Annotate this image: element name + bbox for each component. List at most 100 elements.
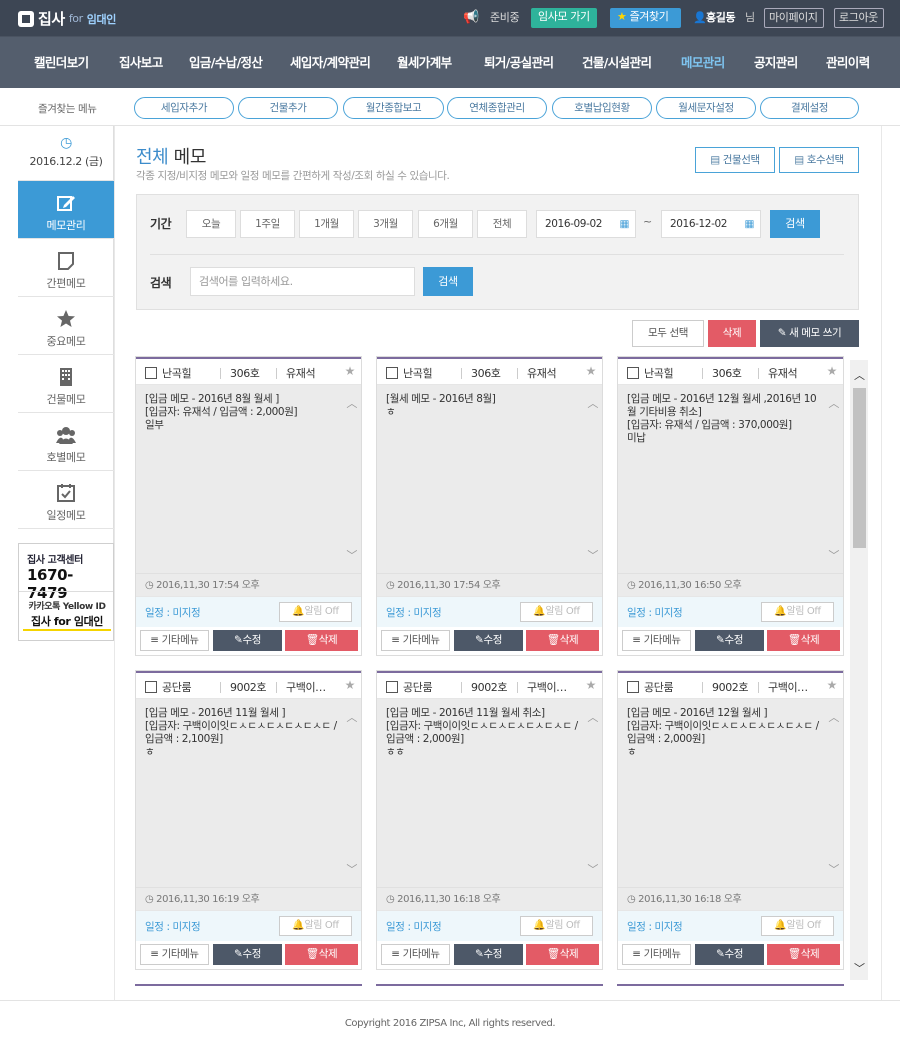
nav-payments[interactable]: 입금/수납/정산 <box>189 37 263 89</box>
go-community-button[interactable]: 임사모 가기 <box>531 8 597 28</box>
alarm-toggle[interactable]: 🔔알림 Off <box>279 916 352 936</box>
delete-button[interactable]: 🗑삭제 <box>285 630 358 651</box>
star-icon[interactable]: ★ <box>345 364 356 378</box>
sidebar-item-simple[interactable]: 간편메모 <box>18 239 114 297</box>
period-search-button[interactable]: 검색 <box>770 210 820 238</box>
sidebar-item-memo[interactable]: 메모관리 <box>18 181 114 239</box>
delete-button[interactable]: 🗑삭제 <box>526 944 599 965</box>
period-all-button[interactable]: 전체 <box>477 210 527 238</box>
etc-menu-button[interactable]: ≡ 기타메뉴 <box>381 630 450 651</box>
etc-menu-button[interactable]: ≡ 기타메뉴 <box>140 630 209 651</box>
favorites-button[interactable]: ★ 즐겨찾기 <box>610 8 681 28</box>
alarm-toggle[interactable]: 🔔알림 Off <box>520 602 593 622</box>
edit-button[interactable]: ✎수정 <box>213 944 282 965</box>
period-week-button[interactable]: 1주일 <box>240 210 295 238</box>
delete-button[interactable]: 🗑삭제 <box>767 630 840 651</box>
sidebar-item-schedule[interactable]: 일정메모 <box>18 471 114 529</box>
period-6month-button[interactable]: 6개월 <box>418 210 473 238</box>
period-3month-button[interactable]: 3개월 <box>358 210 413 238</box>
star-icon[interactable]: ★ <box>586 678 597 692</box>
nav-tenants[interactable]: 세입자/계약관리 <box>290 37 371 89</box>
search-input[interactable]: 검색어를 입력하세요. <box>190 267 415 296</box>
fav-add-tenant[interactable]: 세입자추가 <box>134 97 234 119</box>
etc-menu-button[interactable]: ≡ 기타메뉴 <box>140 944 209 965</box>
alarm-toggle[interactable]: 🔔알림 Off <box>279 602 352 622</box>
alarm-toggle[interactable]: 🔔알림 Off <box>761 916 834 936</box>
edit-button[interactable]: ✎수정 <box>695 944 764 965</box>
star-icon[interactable]: ★ <box>586 364 597 378</box>
edit-button[interactable]: ✎수정 <box>695 630 764 651</box>
scroll-down-icon[interactable]: ﹀ <box>828 547 839 563</box>
customer-center-banner[interactable]: 집사 고객센터 1670-7479 카카오톡 Yellow ID 집사 for … <box>18 543 114 641</box>
scroll-up-icon[interactable]: ︿ <box>587 395 598 411</box>
mypage-button[interactable]: 마이페이지 <box>764 8 824 28</box>
scroll-up-icon[interactable]: ︿ <box>346 395 357 411</box>
scrollbar-thumb[interactable] <box>853 388 866 548</box>
select-all-button[interactable]: 모두 선택 <box>632 320 704 347</box>
scroll-down-icon[interactable]: ﹀ <box>587 547 598 563</box>
scroll-down-icon[interactable]: ﹀ <box>587 861 598 877</box>
new-memo-button[interactable]: ✎ 새 메모 쓰기 <box>760 320 859 347</box>
nav-vacancy[interactable]: 퇴거/공실관리 <box>484 37 554 89</box>
card-body[interactable]: [월세 메모 - 2016년 8월] ㅎ ︿ ﹀ <box>377 385 602 573</box>
fav-monthly-report[interactable]: 월간종합보고 <box>343 97 444 119</box>
scroll-up-icon[interactable]: ︿ <box>828 395 839 411</box>
card-body[interactable]: [입금 메모 - 2016년 11월 월세 ] [입금자: 구백이이잇ㄷㅅㄷㅅㄷ… <box>136 699 361 887</box>
sidebar-item-unit[interactable]: 호별메모 <box>18 413 114 471</box>
etc-menu-button[interactable]: ≡ 기타메뉴 <box>622 630 691 651</box>
delete-button[interactable]: 🗑삭제 <box>285 944 358 965</box>
sidebar-item-important[interactable]: 중요메모 <box>18 297 114 355</box>
scroll-up-icon[interactable]: ︿ <box>854 367 865 383</box>
card-checkbox[interactable] <box>627 367 639 379</box>
fav-payment-settings[interactable]: 결제설정 <box>760 97 859 119</box>
date-to-field[interactable]: 2016-12-02 ▦ <box>661 210 761 238</box>
period-today-button[interactable]: 오늘 <box>186 210 236 238</box>
scroll-down-icon[interactable]: ﹀ <box>854 960 865 976</box>
logout-button[interactable]: 로그아웃 <box>834 8 884 28</box>
nav-buildings[interactable]: 건물/시설관리 <box>582 37 652 89</box>
nav-history[interactable]: 관리이력 <box>826 37 870 89</box>
card-body[interactable]: [입금 메모 - 2016년 8월 월세 ] [입금자: 유재석 / 입금액 :… <box>136 385 361 573</box>
fav-unit-status[interactable]: 호별납입현황 <box>552 97 652 119</box>
nav-memo[interactable]: 메모관리 <box>681 37 725 89</box>
card-body[interactable]: [입금 메모 - 2016년 12월 월세 ,2016년 10월 기타비용 취소… <box>618 385 843 573</box>
card-checkbox[interactable] <box>627 681 639 693</box>
card-checkbox[interactable] <box>145 681 157 693</box>
fav-overdue[interactable]: 연체종합관리 <box>447 97 547 119</box>
fav-sms-settings[interactable]: 월세문자설정 <box>656 97 756 119</box>
edit-button[interactable]: ✎수정 <box>213 630 282 651</box>
logo[interactable]: 집사 for 임대인 <box>18 8 116 29</box>
scroll-down-icon[interactable]: ﹀ <box>828 861 839 877</box>
delete-button[interactable]: 🗑삭제 <box>767 944 840 965</box>
edit-button[interactable]: ✎수정 <box>454 944 523 965</box>
delete-selected-button[interactable]: 삭제 <box>708 320 756 347</box>
scroll-up-icon[interactable]: ︿ <box>346 709 357 725</box>
scroll-down-icon[interactable]: ﹀ <box>346 861 357 877</box>
edit-button[interactable]: ✎수정 <box>454 630 523 651</box>
nav-report[interactable]: 집사보고 <box>119 37 163 89</box>
scroll-up-icon[interactable]: ︿ <box>587 709 598 725</box>
scroll-down-icon[interactable]: ﹀ <box>346 547 357 563</box>
star-icon[interactable]: ★ <box>827 364 838 378</box>
fav-add-building[interactable]: 건물추가 <box>238 97 338 119</box>
sidebar-item-building[interactable]: 건물메모 <box>18 355 114 413</box>
nav-notice[interactable]: 공지관리 <box>754 37 798 89</box>
card-checkbox[interactable] <box>386 681 398 693</box>
alarm-toggle[interactable]: 🔔알림 Off <box>761 602 834 622</box>
etc-menu-button[interactable]: ≡ 기타메뉴 <box>622 944 691 965</box>
select-building-button[interactable]: ▤ 건물선택 <box>695 147 775 173</box>
calendar-icon[interactable]: ▦ <box>744 211 754 237</box>
etc-menu-button[interactable]: ≡ 기타메뉴 <box>381 944 450 965</box>
star-icon[interactable]: ★ <box>827 678 838 692</box>
nav-ledger[interactable]: 월세가계부 <box>397 37 452 89</box>
delete-button[interactable]: 🗑삭제 <box>526 630 599 651</box>
calendar-icon[interactable]: ▦ <box>619 211 629 237</box>
period-1month-button[interactable]: 1개월 <box>299 210 354 238</box>
select-unit-button[interactable]: ▤ 호수선택 <box>779 147 859 173</box>
card-body[interactable]: [입금 메모 - 2016년 11월 월세 취소] [입금자: 구백이이잇ㄷㅅㄷ… <box>377 699 602 887</box>
date-from-field[interactable]: 2016-09-02 ▦ <box>536 210 636 238</box>
card-checkbox[interactable] <box>386 367 398 379</box>
star-icon[interactable]: ★ <box>345 678 356 692</box>
alarm-toggle[interactable]: 🔔알림 Off <box>520 916 593 936</box>
card-checkbox[interactable] <box>145 367 157 379</box>
